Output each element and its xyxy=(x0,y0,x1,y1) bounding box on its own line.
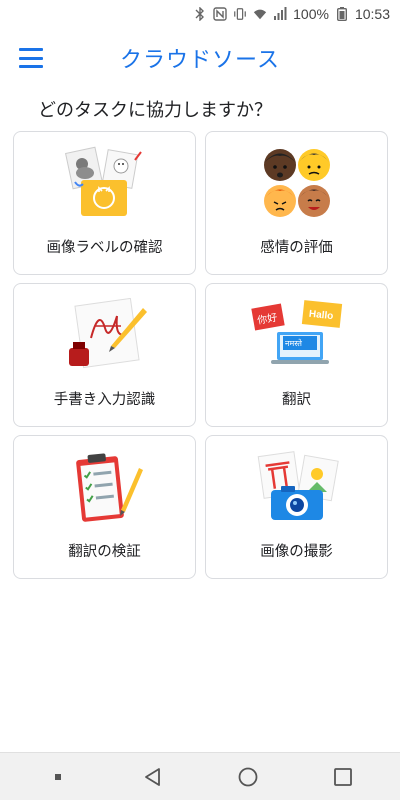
hamburger-menu-icon[interactable] xyxy=(16,46,46,70)
task-label: 画像の撮影 xyxy=(260,544,333,560)
camera-photos-illustration xyxy=(257,451,339,520)
task-card-translation-verify[interactable]: 翻訳の検証 xyxy=(13,435,196,579)
clipboard-check-illustration xyxy=(75,453,143,522)
task-label: 感情の評価 xyxy=(260,240,333,256)
square-dot-icon[interactable] xyxy=(38,757,78,797)
task-label: 画像ラベルの確認 xyxy=(46,240,163,256)
back-icon[interactable] xyxy=(133,757,173,797)
task-card-translation[interactable]: 你好 Hallo नमस्ते 翻訳 xyxy=(205,283,388,427)
battery-percentage: 100% xyxy=(293,6,329,22)
home-icon[interactable] xyxy=(228,757,268,797)
question-heading: どのタスクに協力しますか？ xyxy=(38,100,272,121)
image-label-illustration xyxy=(64,146,142,216)
task-card-handwriting[interactable]: 手書き入力認識 xyxy=(13,283,196,427)
bluetooth-icon xyxy=(193,7,207,21)
task-label: 翻訳の検証 xyxy=(68,544,141,560)
wifi-icon xyxy=(253,7,267,21)
translation-word-hindi: नमस्ते xyxy=(285,338,302,348)
handwriting-illustration xyxy=(68,298,147,369)
recents-icon[interactable] xyxy=(323,757,363,797)
battery-icon xyxy=(335,7,349,21)
task-grid: 画像ラベルの確認 感情の評価 手書き入力認識 你好 Hallo नमस्ते 翻… xyxy=(13,131,388,579)
task-card-emotion[interactable]: 感情の評価 xyxy=(205,131,388,275)
nfc-icon xyxy=(213,7,227,21)
signal-icon xyxy=(273,7,287,21)
clock: 10:53 xyxy=(354,6,390,22)
task-card-photo-capture[interactable]: 画像の撮影 xyxy=(205,435,388,579)
task-label: 手書き入力認識 xyxy=(53,392,156,408)
app-bar: クラウドソース xyxy=(0,34,400,80)
status-bar: 100% 10:53 xyxy=(0,0,400,28)
app-title: クラウドソース xyxy=(120,48,280,73)
translation-illustration: 你好 Hallo नमस्ते xyxy=(250,300,342,364)
task-card-image-label[interactable]: 画像ラベルの確認 xyxy=(13,131,196,275)
task-label: 翻訳 xyxy=(282,392,311,408)
vibrate-icon xyxy=(233,7,247,21)
faces-emotion-illustration xyxy=(263,149,330,217)
system-nav-bar xyxy=(0,752,400,800)
